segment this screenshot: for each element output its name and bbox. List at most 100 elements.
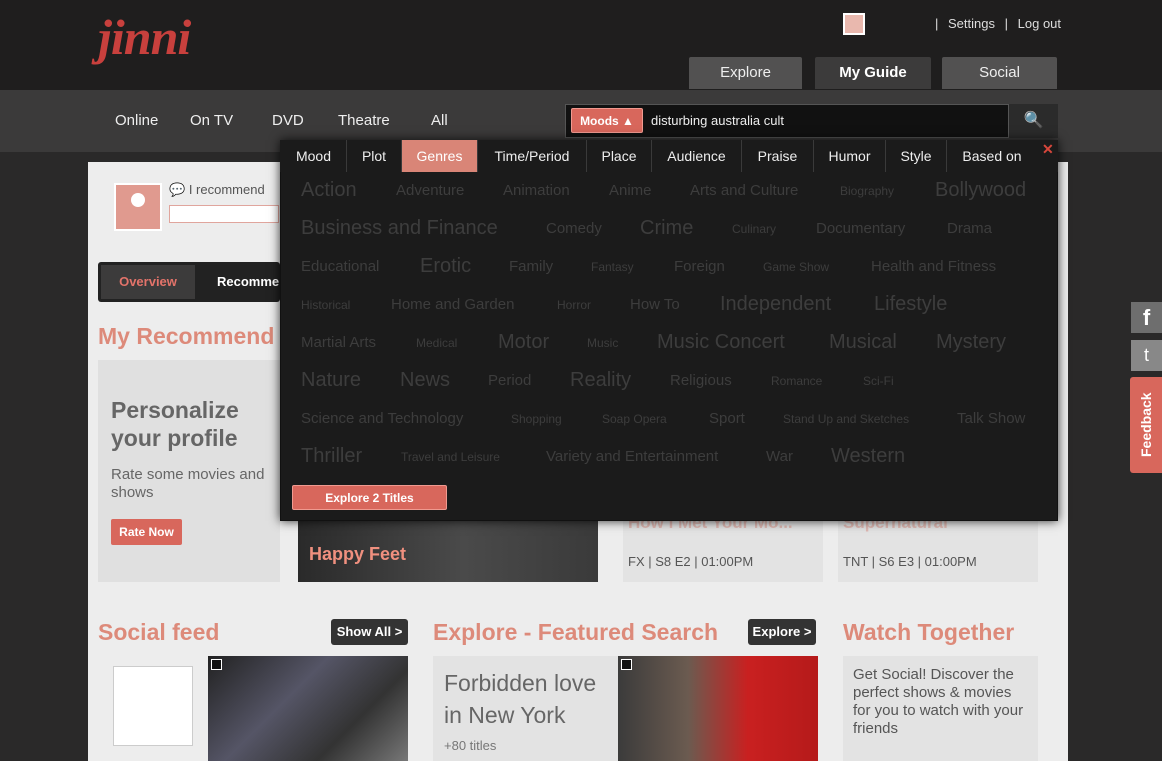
twitter-icon[interactable]: t [1131,340,1162,371]
tab-time-period[interactable]: Time/Period [478,140,587,172]
genre-tag[interactable]: Period [488,372,531,389]
social-user-photo[interactable] [113,666,193,746]
explore-button[interactable]: Explore > [748,619,816,645]
tab-style[interactable]: Style [886,140,947,172]
rate-now-button[interactable]: Rate Now [111,519,182,545]
genre-tag[interactable]: Medical [416,336,457,350]
genre-tag[interactable]: Shopping [511,412,562,426]
divider: | [1004,16,1009,31]
genre-tag[interactable]: Motor [498,331,549,354]
genre-tag[interactable]: Music Concert [657,331,785,354]
genre-tag[interactable]: Mystery [936,331,1006,354]
social-feed-thumbnail[interactable] [208,656,408,761]
genre-tag[interactable]: Historical [301,298,350,312]
genre-tag[interactable]: Martial Arts [301,334,376,351]
tab-plot[interactable]: Plot [347,140,402,172]
genre-tag[interactable]: Crime [640,217,693,240]
nav-item-online[interactable]: Online [115,112,158,129]
genre-tag[interactable]: How To [630,296,680,313]
close-icon[interactable]: ✕ [1042,141,1054,158]
jinni-logo[interactable]: jinni [98,8,191,66]
genre-tag[interactable]: Soap Opera [602,412,667,426]
genre-tag[interactable]: Anime [609,182,652,199]
genre-tag[interactable]: Travel and Leisure [401,450,500,464]
genre-tag[interactable]: Adventure [396,182,464,199]
genre-tag[interactable]: Comedy [546,220,602,237]
nav-item-theatre[interactable]: Theatre [338,112,390,129]
feedback-label[interactable]: Feedback [1130,377,1162,473]
genre-tag[interactable]: Stand Up and Sketches [783,412,909,426]
genre-tag[interactable]: Action [301,179,357,202]
tab-based-on[interactable]: Based on [947,140,1037,172]
tab-explore[interactable]: Explore [689,57,802,89]
genre-tag[interactable]: Religious [670,372,732,389]
genre-tag[interactable]: Romance [771,374,822,388]
explore-titles-button[interactable]: Explore 2 Titles [292,485,447,510]
genre-tag[interactable]: Sci-Fi [863,374,894,388]
user-avatar-icon[interactable] [843,13,865,35]
section-title-social-feed: Social feed [98,619,220,645]
featured-title[interactable]: Forbidden love in New York [444,667,614,731]
genre-tag[interactable]: Drama [947,220,992,237]
genre-tag[interactable]: Music [587,336,618,350]
genre-tag[interactable]: Musical [829,331,897,354]
genre-tag[interactable]: Fantasy [591,260,634,274]
tab-place[interactable]: Place [587,140,652,172]
search-button[interactable]: 🔍 [1008,104,1058,138]
genre-tag[interactable]: Lifestyle [874,293,947,316]
tab-overview[interactable]: Overview [101,265,195,299]
genre-tag[interactable]: News [400,369,450,392]
genre-tag[interactable]: Reality [570,369,631,392]
show-all-button[interactable]: Show All > [331,619,408,645]
recommend-input[interactable] [169,205,279,223]
settings-link[interactable]: Settings [948,16,995,31]
genre-tag[interactable]: Nature [301,369,361,392]
nav-item-all[interactable]: All [431,112,448,129]
checkbox-icon[interactable] [211,659,222,670]
genre-tag[interactable]: Erotic [420,255,471,278]
tab-mood[interactable]: Mood [281,140,347,172]
genre-tag[interactable]: Independent [720,293,831,316]
genre-tag[interactable]: Game Show [763,260,829,274]
facebook-icon[interactable]: f [1131,302,1162,333]
genre-tag[interactable]: Foreign [674,258,725,275]
genre-tag[interactable]: Bollywood [935,179,1026,202]
genre-tag[interactable]: War [766,448,793,465]
featured-count: +80 titles [444,738,497,753]
checkbox-icon[interactable] [621,659,632,670]
search-icon: 🔍 [1023,112,1044,129]
genre-tag[interactable]: Educational [301,258,379,275]
genre-tag[interactable]: Thriller [301,445,362,468]
tab-praise[interactable]: Praise [742,140,814,172]
profile-avatar[interactable] [114,183,162,231]
featured-thumbnail[interactable] [618,656,818,761]
genre-tag[interactable]: Business and Finance [301,217,498,240]
genre-tag[interactable]: Documentary [816,220,905,237]
tab-genres[interactable]: Genres [402,140,478,172]
genre-tag[interactable]: Animation [503,182,570,199]
nav-item-dvd[interactable]: DVD [272,112,304,129]
happy-feet-title[interactable]: Happy Feet [309,544,406,565]
tab-audience[interactable]: Audience [652,140,742,172]
genre-tag[interactable]: Health and Fitness [871,258,996,275]
genre-tag[interactable]: Home and Garden [391,296,514,313]
tab-social[interactable]: Social [942,57,1057,89]
genre-tag[interactable]: Biography [840,184,894,198]
tab-humor[interactable]: Humor [814,140,886,172]
personalize-title: Personalize your profile [111,397,239,451]
genre-tag[interactable]: Arts and Culture [690,182,798,199]
logout-link[interactable]: Log out [1018,16,1061,31]
tab-my-guide[interactable]: My Guide [815,57,931,89]
tab-recommendations[interactable]: Recomme [217,274,279,289]
genre-tag[interactable]: Variety and Entertainment [546,448,718,465]
genre-tag[interactable]: Western [831,445,905,468]
genre-tag[interactable]: Culinary [732,222,776,236]
genre-tag[interactable]: Family [509,258,553,275]
genre-tag[interactable]: Sport [709,410,745,427]
nav-item-on-tv[interactable]: On TV [190,112,233,129]
genre-tag[interactable]: Talk Show [957,410,1025,427]
genre-tag[interactable]: Science and Technology [301,410,463,427]
moods-dropdown-button[interactable]: Moods ▲ [571,108,643,133]
genre-tag[interactable]: Horror [557,298,591,312]
search-input[interactable]: disturbing australia cult [651,113,784,128]
